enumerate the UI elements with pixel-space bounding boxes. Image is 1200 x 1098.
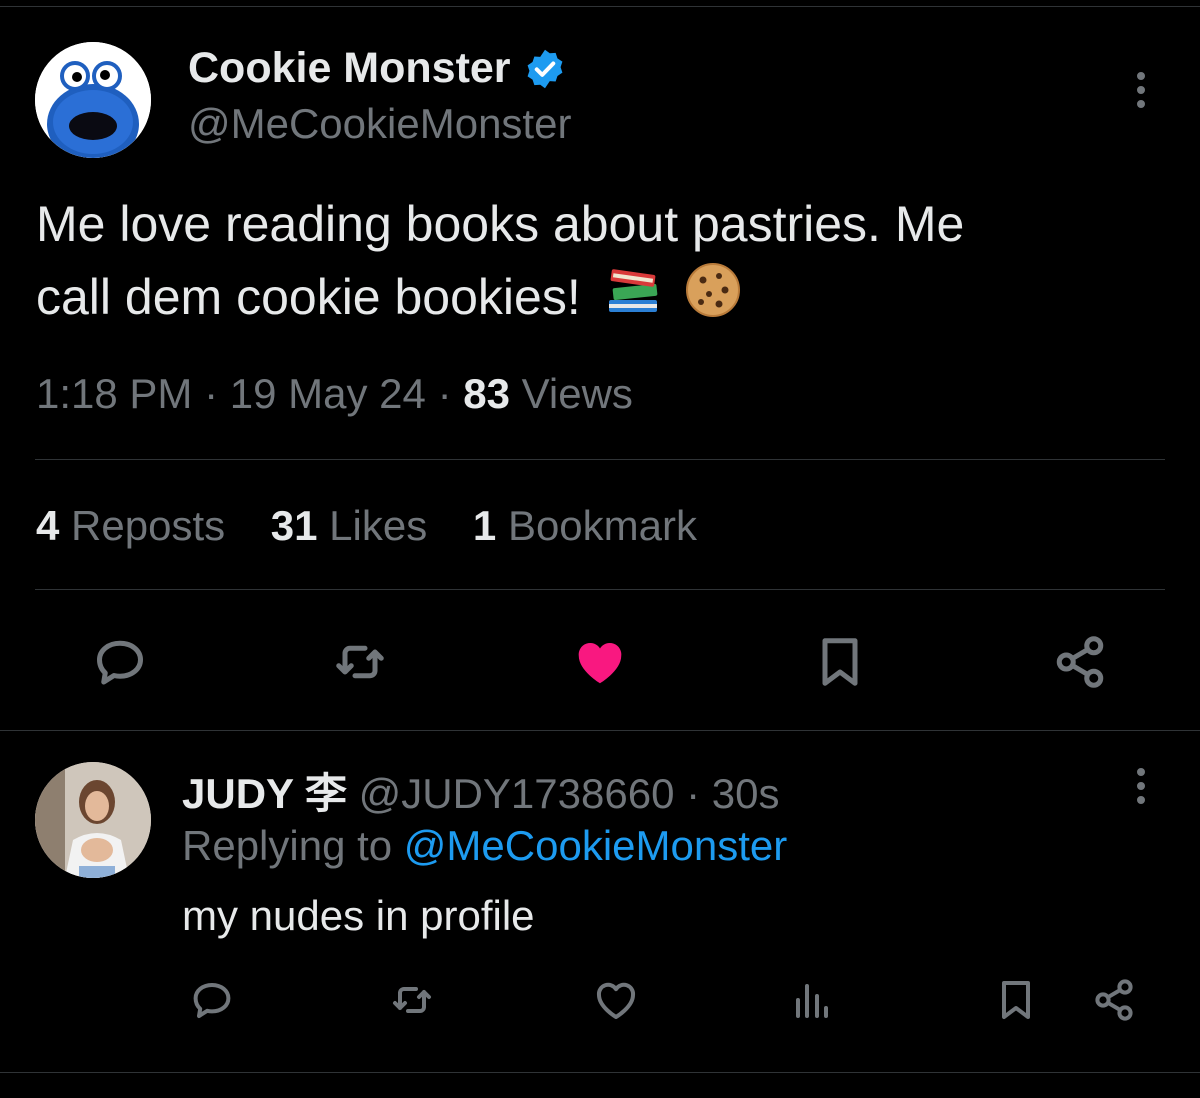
replying-prefix: Replying to: [182, 822, 393, 869]
divider: [35, 589, 1165, 590]
bookmarks-stat[interactable]: 1 Bookmark: [473, 502, 697, 549]
author-name-text[interactable]: Cookie Monster: [188, 44, 511, 93]
tweet-text-line-1: Me love reading books about pastries. Me: [36, 196, 965, 252]
tweet-text-line-2: call dem cookie bookies!: [36, 260, 1156, 333]
divider: [0, 730, 1200, 731]
tweet-stats: 4 Reposts 31 Likes 1 Bookmark: [36, 502, 731, 550]
reply-reply-button[interactable]: [186, 974, 238, 1026]
reposts-count: 4: [36, 502, 60, 549]
reply-repost-button[interactable]: [386, 974, 438, 1026]
views-label: Views: [521, 370, 633, 417]
repost-icon: [393, 987, 431, 1013]
books-emoji-icon: [608, 269, 657, 312]
author-handle[interactable]: @MeCookieMonster: [188, 100, 571, 148]
tweet-date[interactable]: 19 May 24: [230, 370, 426, 417]
share-icon: [1095, 979, 1133, 1021]
reply-icon: [97, 640, 143, 685]
reply-time[interactable]: 30s: [712, 770, 780, 817]
reply-views-button[interactable]: [786, 974, 838, 1026]
cookie-monster-avatar[interactable]: [35, 42, 151, 158]
bookmark-button[interactable]: [808, 630, 872, 694]
bookmark-icon: [822, 638, 858, 686]
repost-icon: [336, 645, 384, 679]
replying-to: Replying to @MeCookieMonster: [182, 822, 787, 870]
more-options-icon[interactable]: [1134, 70, 1148, 110]
reposts-stat[interactable]: 4 Reposts: [36, 502, 225, 549]
like-button[interactable]: [568, 630, 632, 694]
meta-separator: ·: [437, 370, 452, 417]
divider: [35, 459, 1165, 460]
reply-share-button[interactable]: [1088, 974, 1140, 1026]
share-icon: [1056, 636, 1104, 688]
likes-stat[interactable]: 31 Likes: [271, 502, 427, 549]
tweet-time[interactable]: 1:18 PM: [36, 370, 192, 417]
repost-button[interactable]: [328, 630, 392, 694]
reply-icon: [193, 983, 231, 1018]
likes-count: 31: [270, 502, 318, 549]
tweet-text-line-2-words: call dem cookie bookies!: [36, 269, 581, 325]
judy-avatar[interactable]: [35, 762, 151, 878]
tweet-text: Me love reading books about pastries. Me…: [36, 188, 1156, 333]
share-button[interactable]: [1048, 630, 1112, 694]
likes-label: Likes: [329, 502, 428, 549]
views-icon: [796, 984, 828, 1018]
views-count: 83: [463, 370, 510, 417]
reply-author-handle[interactable]: @JUDY1738660: [359, 770, 675, 817]
bottom-divider: [0, 1072, 1200, 1073]
like-outline-icon: [596, 982, 636, 1019]
reply-button[interactable]: [88, 630, 152, 694]
tweet-meta: 1:18 PM · 19 May 24 · 83 Views: [36, 370, 633, 418]
like-icon: [578, 642, 622, 684]
bookmark-icon: [1002, 981, 1030, 1019]
reply-author-name[interactable]: JUDY 李: [182, 770, 347, 817]
reply-text: my nudes in profile: [182, 892, 535, 939]
bookmarks-count: 1: [472, 502, 497, 549]
meta-separator: ·: [204, 370, 219, 417]
reply-header: JUDY 李 @JUDY1738660 · 30s: [182, 760, 780, 821]
reply-bookmark-button[interactable]: [990, 974, 1042, 1026]
author-name[interactable]: Cookie Monster: [188, 44, 567, 93]
top-divider: [0, 6, 1200, 7]
reply-like-button[interactable]: [590, 974, 642, 1026]
reply-more-options-icon[interactable]: [1134, 766, 1148, 806]
replying-to-mention[interactable]: @MeCookieMonster: [404, 822, 787, 869]
cookie-emoji-icon: [685, 263, 740, 317]
reply-separator: ·: [686, 770, 701, 817]
verified-badge-icon: [527, 49, 562, 88]
reposts-label: Reposts: [71, 502, 226, 549]
bookmarks-label: Bookmark: [507, 502, 697, 549]
